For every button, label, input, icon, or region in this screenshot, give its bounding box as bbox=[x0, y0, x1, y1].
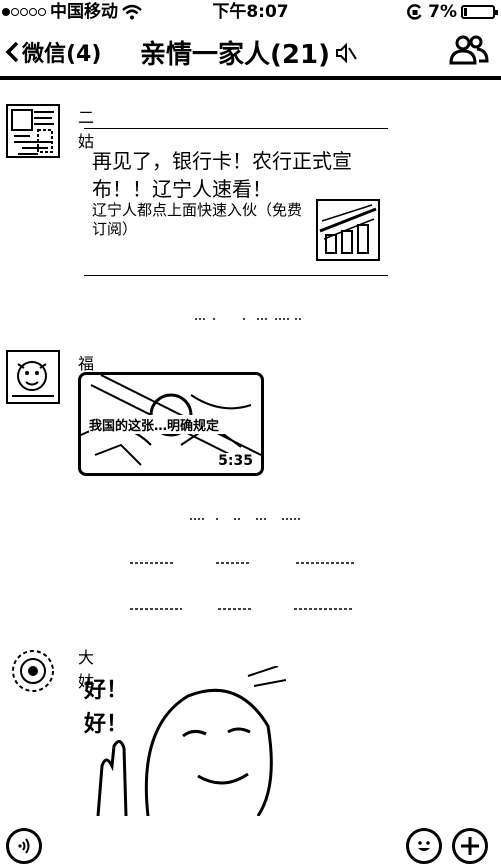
article-description: 辽宁人都点上面快速入伙（免费订阅） bbox=[92, 201, 303, 238]
chevron-left-icon bbox=[5, 41, 19, 63]
system-note-dots bbox=[129, 608, 352, 610]
back-label: 微信(4) bbox=[22, 42, 102, 67]
avatar[interactable] bbox=[6, 350, 60, 404]
status-bar: 中国移动 下午8:07 7% bbox=[0, 0, 501, 24]
article-thumbnail bbox=[316, 199, 380, 261]
mute-icon bbox=[335, 42, 357, 63]
avatar[interactable] bbox=[6, 104, 60, 158]
video-card[interactable]: 我国的这张…明确规定 5:35 bbox=[78, 372, 264, 476]
article-title: 再见了，银行卡！农行正式宣布！！辽宁人速看！ bbox=[92, 149, 352, 201]
input-bar bbox=[0, 818, 501, 864]
battery-percent: 7% bbox=[428, 2, 457, 22]
emoji-button[interactable] bbox=[406, 828, 442, 864]
nav-bar: 微信(4) 亲情一家人(21) bbox=[0, 28, 501, 80]
group-members-button[interactable] bbox=[449, 34, 489, 70]
system-note bbox=[0, 312, 501, 330]
avatar[interactable] bbox=[6, 644, 60, 698]
plus-icon bbox=[461, 837, 479, 855]
video-caption: 我国的这张…明确规定 bbox=[89, 415, 259, 434]
orientation-lock-icon bbox=[407, 4, 422, 20]
sticker-image[interactable]: 好！ 好！ bbox=[78, 666, 286, 816]
avatar-image bbox=[11, 109, 54, 155]
video-duration: 5:35 bbox=[216, 453, 255, 469]
article-card[interactable]: 再见了，银行卡！农行正式宣布！！辽宁人速看！ 辽宁人都点上面快速入伙（免费订阅） bbox=[84, 128, 388, 276]
system-note-dots bbox=[189, 518, 302, 520]
voice-button[interactable] bbox=[6, 828, 42, 864]
more-button[interactable] bbox=[452, 828, 488, 864]
sticker-text: 好！ bbox=[84, 678, 129, 703]
sticker-text: 好！ bbox=[84, 712, 129, 737]
back-button[interactable]: 微信(4) bbox=[4, 36, 101, 68]
chat-title: 亲情一家人(21) bbox=[140, 34, 358, 71]
article-thumbnail-image bbox=[319, 204, 377, 254]
chat-title-text: 亲情一家人(21) bbox=[140, 40, 330, 70]
system-note bbox=[0, 512, 501, 530]
system-note bbox=[0, 602, 501, 620]
group-members-icon bbox=[449, 35, 489, 65]
avatar-image bbox=[12, 650, 54, 692]
status-right: 7% bbox=[406, 0, 498, 24]
system-note-dots bbox=[129, 562, 356, 564]
system-note bbox=[0, 556, 501, 574]
battery-icon bbox=[461, 5, 498, 19]
avatar-image bbox=[12, 361, 54, 397]
system-note-dots bbox=[194, 318, 301, 320]
emoji-icon bbox=[418, 841, 430, 851]
voice-icon bbox=[18, 838, 30, 854]
battery-level bbox=[464, 8, 467, 16]
